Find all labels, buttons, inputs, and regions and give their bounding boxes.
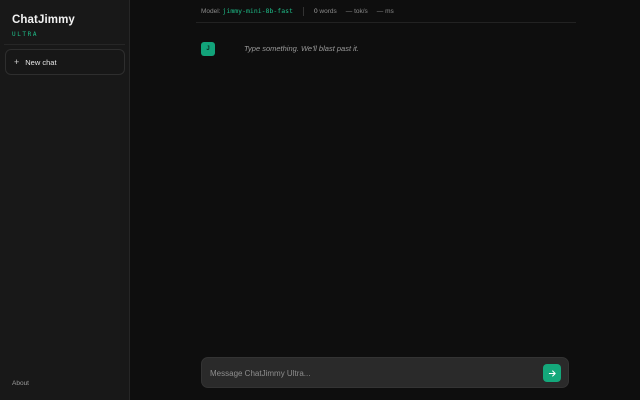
brand-subtitle: ULTRA <box>12 31 39 38</box>
plus-icon: + <box>14 56 20 67</box>
word-count: 0 words <box>313 7 337 15</box>
new-chat-label: New chat <box>25 57 57 67</box>
arrow-right-icon <box>548 369 556 377</box>
message-input[interactable] <box>210 366 530 381</box>
new-chat-button[interactable]: + New chat <box>5 49 125 75</box>
assistant-avatar: J <box>201 42 215 56</box>
model-name[interactable]: jimmy-mini-8b-fast <box>223 7 293 15</box>
sidebar: ChatJimmy ULTRA + New chat About <box>0 0 130 400</box>
model-label: Model: <box>201 7 221 15</box>
status-separator <box>302 6 304 16</box>
brand-title: ChatJimmy <box>12 14 75 26</box>
sidebar-divider <box>4 44 125 45</box>
assistant-message: Type something. We'll blast past it. <box>244 44 359 53</box>
about-link[interactable]: About <box>12 380 29 387</box>
header-divider <box>196 22 576 23</box>
send-button[interactable] <box>543 364 561 382</box>
message-composer <box>201 357 569 388</box>
model-status-bar: Model: jimmy-mini-8b-fast 0 words — tok/… <box>201 6 403 16</box>
latency-ms: — ms <box>376 7 394 15</box>
tokens-per-second: — tok/s <box>345 7 368 15</box>
